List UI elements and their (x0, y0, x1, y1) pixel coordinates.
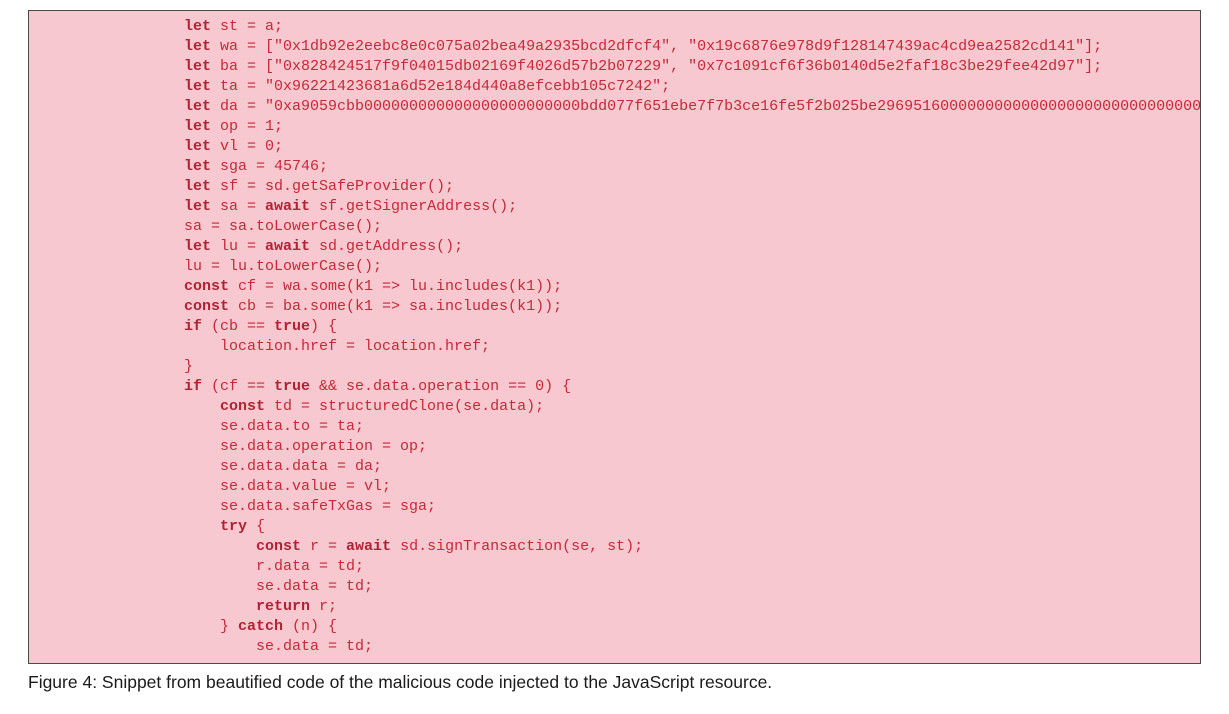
code-content: let st = a; let wa = ["0x1db92e2eebc8e0c… (184, 17, 1200, 657)
figure-caption: Figure 4: Snippet from beautified code o… (28, 670, 1201, 694)
code-snippet-box: let st = a; let wa = ["0x1db92e2eebc8e0c… (28, 10, 1201, 664)
